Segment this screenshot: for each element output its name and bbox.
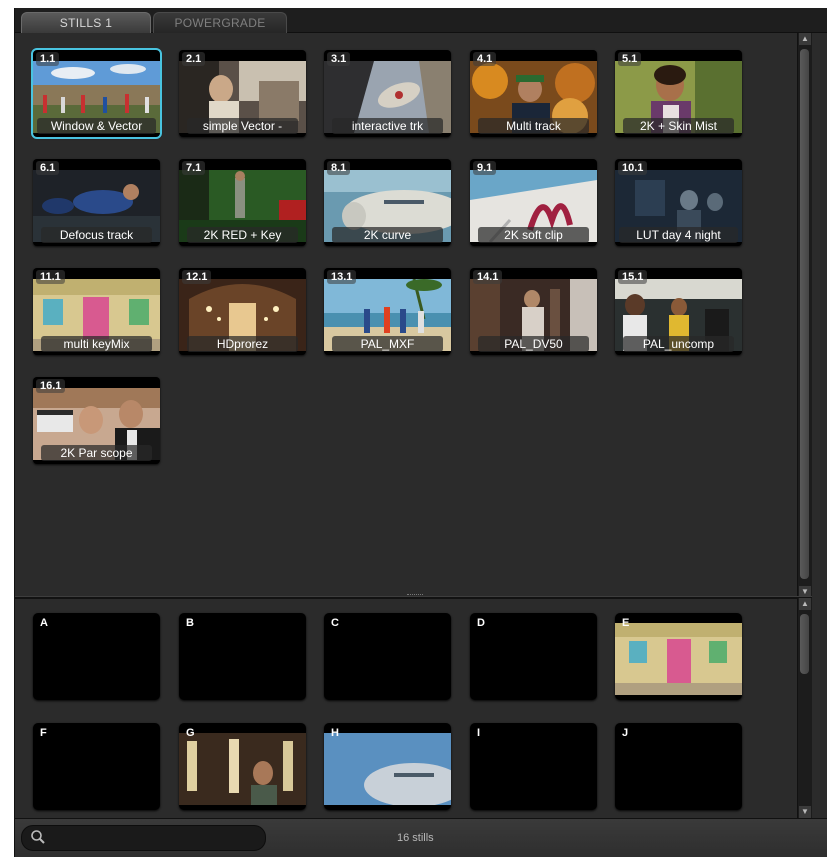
memory-label: C xyxy=(331,617,339,629)
still-6-1[interactable]: 6.1 Defocus track xyxy=(33,159,160,246)
scroll-thumb[interactable] xyxy=(800,614,809,674)
tab-powergrade[interactable]: POWERGRADE xyxy=(153,12,287,33)
divider-grip-icon[interactable] xyxy=(407,594,423,597)
still-index: 3.1 xyxy=(327,52,351,66)
search-field[interactable] xyxy=(21,825,266,851)
still-caption: LUT day 4 night xyxy=(619,227,738,243)
memory-label: J xyxy=(622,727,629,739)
still-caption: Defocus track xyxy=(41,227,152,243)
memory-thumbnail xyxy=(324,733,451,805)
scroll-down-icon[interactable]: ▼ xyxy=(799,806,811,818)
memory-label: H xyxy=(331,727,339,739)
still-8-1[interactable]: 8.1 2K curve xyxy=(324,159,451,246)
still-index: 10.1 xyxy=(618,161,648,175)
still-index: 8.1 xyxy=(327,161,351,175)
memory-thumbnail xyxy=(615,623,742,695)
still-index: 6.1 xyxy=(36,161,60,175)
still-2-1[interactable]: 2.1 simple Vector - xyxy=(179,50,306,137)
memory-label: A xyxy=(40,617,48,629)
scroll-up-icon[interactable]: ▲ xyxy=(799,598,811,610)
scroll-thumb[interactable] xyxy=(800,49,809,579)
still-caption: HDprorez xyxy=(187,336,298,352)
tab-bar: STILLS 1 POWERGRADE xyxy=(15,8,827,33)
still-caption: PAL_MXF xyxy=(332,336,443,352)
still-caption: PAL_DV50 xyxy=(478,336,589,352)
still-index: 15.1 xyxy=(618,270,648,284)
still-index: 13.1 xyxy=(327,270,357,284)
still-caption: 2K RED + Key xyxy=(187,227,298,243)
still-caption: 2K soft clip xyxy=(478,227,589,243)
still-index: 2.1 xyxy=(182,52,206,66)
memory-slot-i[interactable]: I xyxy=(470,723,597,810)
memory-slot-c[interactable]: C xyxy=(324,613,451,700)
still-index: 7.1 xyxy=(182,161,206,175)
still-index: 5.1 xyxy=(618,52,642,66)
still-index: 1.1 xyxy=(36,52,60,66)
stills-grid: 1.1 Window & Vector 2.1 simple Vector - xyxy=(15,33,812,598)
still-caption: 2K Par scope xyxy=(41,445,152,461)
memory-slot-a[interactable]: A xyxy=(33,613,160,700)
status-bar: 16 stills xyxy=(15,818,827,857)
still-index: 11.1 xyxy=(36,270,65,284)
memory-slot-b[interactable]: B xyxy=(179,613,306,700)
still-15-1[interactable]: 15.1 PAL_uncomp xyxy=(615,268,742,355)
memory-scrollbar[interactable]: ▲ ▼ xyxy=(797,598,812,818)
memory-thumbnail xyxy=(179,733,306,805)
memory-label: F xyxy=(40,727,47,739)
still-11-1[interactable]: 11.1 multi keyMix xyxy=(33,268,160,355)
still-caption: simple Vector - xyxy=(187,118,298,134)
still-caption: 2K + Skin Mist xyxy=(623,118,734,134)
still-4-1[interactable]: 4.1 Multi track xyxy=(470,50,597,137)
still-index: 12.1 xyxy=(182,270,212,284)
still-caption: interactive trk xyxy=(332,118,443,134)
memory-label: I xyxy=(477,727,481,739)
search-icon xyxy=(31,830,45,844)
gallery-window: STILLS 1 POWERGRADE 1.1 Window & Vector xyxy=(14,8,827,857)
tab-stills-1[interactable]: STILLS 1 xyxy=(21,12,151,33)
still-caption: multi keyMix xyxy=(41,336,152,352)
still-caption: Multi track xyxy=(478,118,589,134)
memory-slot-h[interactable]: H xyxy=(324,723,451,810)
memory-label: G xyxy=(186,727,195,739)
memory-slot-d[interactable]: D xyxy=(470,613,597,700)
still-12-1[interactable]: 12.1 HDprorez xyxy=(179,268,306,355)
still-16-1[interactable]: 16.1 2K Par scope xyxy=(33,377,160,464)
memory-slot-j[interactable]: J xyxy=(615,723,742,810)
still-index: 16.1 xyxy=(36,379,66,393)
still-index: 4.1 xyxy=(473,52,497,66)
still-1-1[interactable]: 1.1 Window & Vector xyxy=(31,48,162,139)
scroll-up-icon[interactable]: ▲ xyxy=(799,33,811,45)
still-3-1[interactable]: 3.1 interactive trk xyxy=(324,50,451,137)
memory-slot-f[interactable]: F xyxy=(33,723,160,810)
memory-label: E xyxy=(622,617,630,629)
still-caption: Window & Vector xyxy=(37,118,156,134)
still-9-1[interactable]: 9.1 2K soft clip xyxy=(470,159,597,246)
still-10-1[interactable]: 10.1 LUT day 4 night xyxy=(615,159,742,246)
search-input[interactable] xyxy=(52,829,261,847)
still-13-1[interactable]: 13.1 PAL_MXF xyxy=(324,268,451,355)
stills-count: 16 stills xyxy=(397,832,434,844)
memory-slot-e[interactable]: E xyxy=(615,613,742,700)
memory-label: D xyxy=(477,617,485,629)
memory-slot-g[interactable]: G xyxy=(179,723,306,810)
still-5-1[interactable]: 5.1 2K + Skin Mist xyxy=(615,50,742,137)
memory-slots: A B C D E F G H I J ▲ ▼ xyxy=(15,598,812,818)
still-14-1[interactable]: 14.1 PAL_DV50 xyxy=(470,268,597,355)
memory-label: B xyxy=(186,617,194,629)
still-caption: PAL_uncomp xyxy=(623,336,734,352)
still-index: 9.1 xyxy=(473,161,497,175)
still-7-1[interactable]: 7.1 2K RED + Key xyxy=(179,159,306,246)
still-index: 14.1 xyxy=(473,270,503,284)
stills-scrollbar[interactable]: ▲ ▼ xyxy=(797,33,812,598)
still-caption: 2K curve xyxy=(332,227,443,243)
